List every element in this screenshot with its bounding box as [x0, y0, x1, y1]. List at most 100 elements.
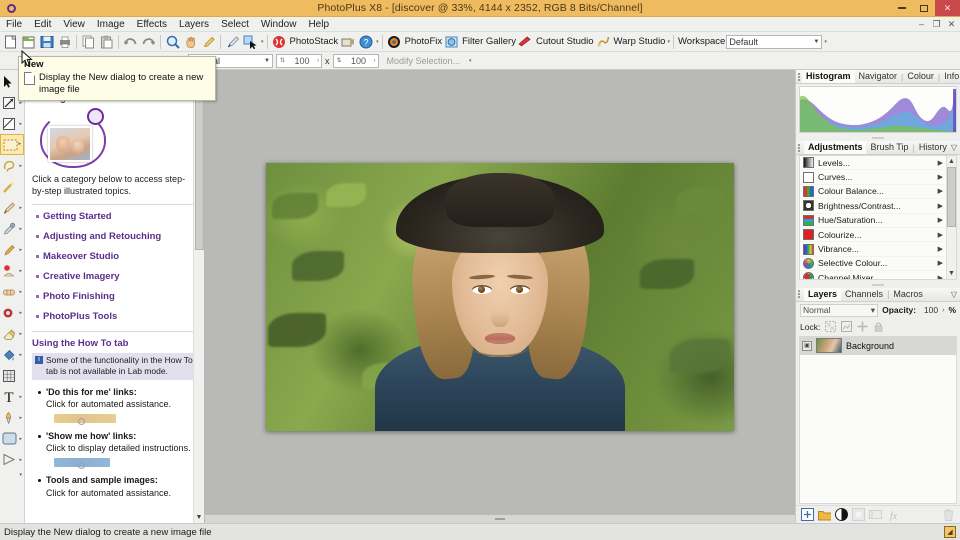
- rectangle-marquee-icon[interactable]: ▸: [0, 134, 24, 155]
- paintbrush-icon[interactable]: [224, 33, 241, 50]
- color-picker-icon[interactable]: ▸: [0, 218, 24, 239]
- expand-arrow-icon[interactable]: ▶: [938, 202, 943, 210]
- adjustment-colour-balance[interactable]: Colour Balance... ▶: [800, 185, 956, 200]
- workspace-select[interactable]: Default ▼: [726, 34, 823, 49]
- scrollbar-thumb[interactable]: [194, 100, 204, 250]
- add-group-icon[interactable]: [818, 508, 831, 521]
- workspace-overflow-arrow-icon[interactable]: ▾: [824, 39, 827, 45]
- document-image[interactable]: [266, 162, 734, 431]
- layer-list[interactable]: ▣ Background: [799, 335, 957, 504]
- warp-studio-button[interactable]: Warp Studio: [595, 33, 665, 50]
- menu-layers[interactable]: Layers: [173, 17, 215, 32]
- panel-grip-icon[interactable]: [798, 143, 802, 153]
- mesh-warp-icon[interactable]: [0, 365, 24, 386]
- opacity-value[interactable]: 100: [920, 305, 938, 315]
- adjustment-curves[interactable]: Curves... ▶: [800, 170, 956, 185]
- help-category-adjusting-and-retouching[interactable]: Adjusting and Retouching: [36, 231, 196, 242]
- adjustment-channel-mixer[interactable]: Channel Mixer... ▶: [800, 271, 956, 279]
- cutout-studio-button[interactable]: Cutout Studio: [517, 33, 594, 50]
- menu-image[interactable]: Image: [91, 17, 131, 32]
- tab-colour[interactable]: Colour: [903, 70, 938, 83]
- tab-adjustments[interactable]: Adjustments: [803, 141, 867, 154]
- undo-icon[interactable]: [122, 33, 139, 50]
- panel-grip-icon[interactable]: [798, 72, 800, 82]
- help-category-creative-imagery[interactable]: Creative Imagery: [36, 271, 196, 282]
- shape-tool-icon[interactable]: ▸: [0, 428, 24, 449]
- document-close-icon[interactable]: ✕: [946, 19, 957, 30]
- close-icon[interactable]: ✕: [935, 0, 960, 16]
- tab-channels[interactable]: Channels: [841, 288, 887, 301]
- delete-layer-icon[interactable]: [942, 508, 955, 521]
- redo-icon[interactable]: [140, 33, 157, 50]
- lock-all-icon[interactable]: [873, 321, 884, 333]
- menu-help[interactable]: Help: [302, 17, 335, 32]
- patch-tool-icon[interactable]: ▸: [0, 281, 24, 302]
- eraser-icon[interactable]: ▸: [0, 323, 24, 344]
- modify-selection-button[interactable]: Modify Selection...: [381, 53, 466, 68]
- tab-info[interactable]: Info: [940, 70, 960, 83]
- studios-overflow-arrow-icon[interactable]: ▾: [667, 39, 670, 45]
- expand-arrow-icon[interactable]: ▶: [938, 274, 943, 279]
- do-this-for-me-link[interactable]: [54, 414, 116, 426]
- help-category-photoplus-tools[interactable]: PhotoPlus Tools: [36, 311, 196, 322]
- canvas-horizontal-scrollbar[interactable]: [205, 515, 795, 523]
- adjustment-hue-saturation[interactable]: Hue/Saturation... ▶: [800, 214, 956, 228]
- document-restore-icon[interactable]: ❐: [931, 19, 942, 30]
- expand-arrow-icon[interactable]: ▶: [938, 259, 943, 267]
- expand-arrow-icon[interactable]: ▶: [938, 245, 943, 253]
- add-layer-icon[interactable]: [801, 508, 814, 521]
- menu-file[interactable]: File: [0, 17, 28, 32]
- expand-arrow-icon[interactable]: ▶: [938, 187, 943, 195]
- help-category-makeover-studio[interactable]: Makeover Studio: [36, 251, 196, 262]
- flood-fill-icon[interactable]: ▸: [0, 344, 24, 365]
- save-icon[interactable]: [38, 33, 55, 50]
- lock-position-icon[interactable]: [857, 321, 868, 332]
- chevron-down-icon[interactable]: ▼: [196, 512, 203, 523]
- document-minimize-icon[interactable]: –: [916, 19, 927, 30]
- select-arrow-icon[interactable]: [242, 33, 259, 50]
- adjustment-vibrance[interactable]: Vibrance... ▶: [800, 242, 956, 257]
- panel-menu-icon[interactable]: ▽: [951, 143, 957, 152]
- maximize-icon[interactable]: [913, 0, 935, 16]
- layer-row-background[interactable]: ▣ Background: [800, 336, 956, 355]
- scrollbar-thumb[interactable]: [947, 167, 956, 227]
- photostack-button[interactable]: PhotoStack: [271, 33, 338, 50]
- show-me-how-link[interactable]: [54, 458, 110, 470]
- add-mask-icon[interactable]: [852, 508, 865, 521]
- lock-transparency-icon[interactable]: [825, 321, 837, 333]
- help-scrollbar[interactable]: ▲ ▼: [193, 88, 204, 523]
- zoom-icon[interactable]: [164, 33, 181, 50]
- add-adjustment-icon[interactable]: [835, 508, 848, 521]
- help-question-icon[interactable]: ?: [357, 33, 374, 50]
- minimize-icon[interactable]: [891, 0, 913, 16]
- lock-pixels-icon[interactable]: [841, 321, 853, 333]
- tab-layers[interactable]: Layers: [804, 287, 842, 301]
- text-tool-icon[interactable]: T ▸: [0, 386, 24, 407]
- adjustment-brightness-contrast[interactable]: Brightness/Contrast... ▶: [800, 199, 956, 214]
- toolbar-overflow-arrow-icon[interactable]: ▾: [261, 39, 264, 45]
- height-stepper[interactable]: ⇅ 100 ›: [332, 53, 379, 68]
- open-document-icon[interactable]: [20, 33, 37, 50]
- new-document-icon[interactable]: [2, 33, 19, 50]
- paste-icon[interactable]: [98, 33, 115, 50]
- toolbox-overflow-button[interactable]: ▾: [0, 470, 24, 480]
- help-overflow-arrow-icon[interactable]: ▾: [376, 39, 379, 45]
- menu-effects[interactable]: Effects: [131, 17, 173, 32]
- node-edit-icon[interactable]: ▸: [0, 449, 24, 470]
- red-eye-icon[interactable]: ▸: [0, 260, 24, 281]
- tab-history[interactable]: History: [915, 141, 951, 154]
- pan-hand-icon[interactable]: [182, 33, 199, 50]
- help-category-photo-finishing[interactable]: Photo Finishing: [36, 291, 196, 302]
- paintbrush-tool-icon[interactable]: ▸: [0, 197, 24, 218]
- chevron-up-icon[interactable]: ▲: [948, 156, 955, 167]
- blend-mode-select[interactable]: Normal ▾: [800, 303, 879, 317]
- lasso-icon[interactable]: ▸: [0, 155, 24, 176]
- panel-menu-icon[interactable]: ▽: [951, 290, 957, 299]
- expand-arrow-icon[interactable]: ▶: [938, 173, 943, 181]
- opacity-spinner-icon[interactable]: ›: [942, 307, 944, 314]
- adjustment-colourize[interactable]: Colourize... ▶: [800, 228, 956, 243]
- adjustment-levels[interactable]: Levels... ▶: [800, 156, 956, 171]
- expand-arrow-icon[interactable]: ▶: [938, 159, 943, 167]
- studio-icon[interactable]: [339, 33, 356, 50]
- expand-arrow-icon[interactable]: ▶: [938, 231, 943, 239]
